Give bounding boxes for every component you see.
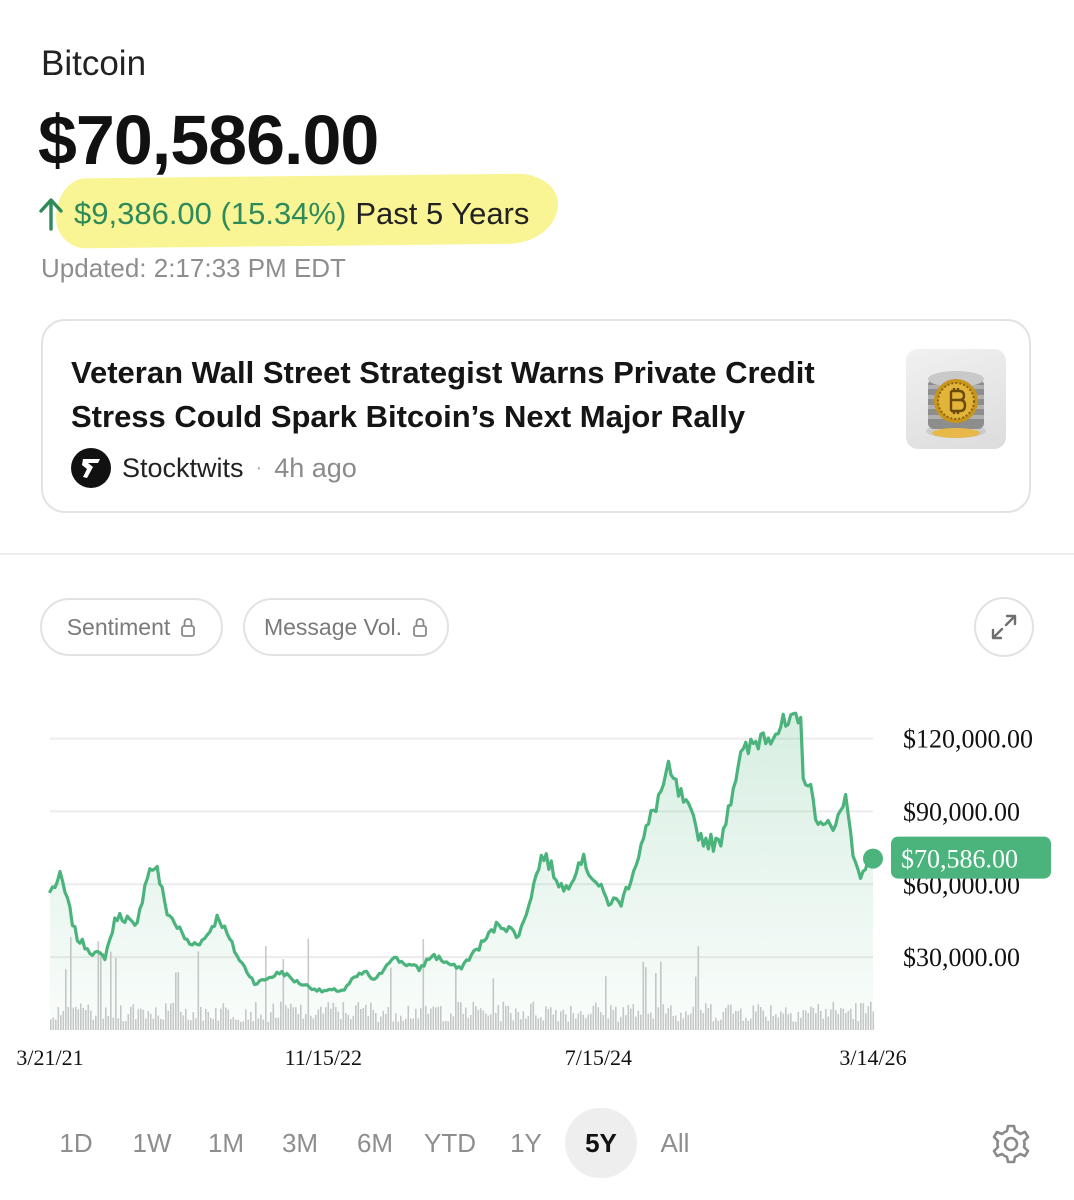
y-tick-label: $90,000.00 [903, 797, 1020, 826]
price-chart[interactable]: $30,000.00$60,000.00$90,000.00$120,000.0… [0, 690, 1074, 1080]
x-axis-labels: 3/21/21 11/15/22 7/15/24 3/14/26 [16, 1045, 906, 1070]
y-tick-label: $120,000.00 [903, 725, 1033, 754]
updated-timestamp: Updated: 2:17:33 PM EDT [41, 253, 346, 283]
sentiment-label: Sentiment [66, 613, 171, 640]
news-card[interactable]: Veteran Wall Street Strategist Warns Pri… [41, 319, 1031, 513]
x-tick-label: 7/15/24 [565, 1045, 632, 1070]
price-change: $9,386.00 (15.34%) [74, 196, 347, 231]
message-volume-label: Message Vol. [263, 613, 403, 640]
gear-icon[interactable] [990, 1123, 1032, 1165]
lock-icon [413, 618, 427, 637]
arrow-up-icon [39, 198, 63, 231]
current-point [863, 848, 883, 869]
news-headline[interactable]: Veteran Wall Street Strategist Warns Pri… [71, 351, 861, 439]
range-tab-5y[interactable]: 5Y [565, 1108, 637, 1178]
lock-icon [181, 618, 196, 637]
separator-dot: · [255, 456, 263, 479]
current-price: $70,586.00 [38, 101, 379, 179]
news-source-row: Stocktwits · 4h ago [71, 448, 357, 488]
range-tab-3m[interactable]: 3M [266, 1108, 334, 1178]
price-area-fill [50, 713, 873, 1030]
range-tab-all[interactable]: All [641, 1108, 709, 1178]
x-tick-label: 11/15/22 [285, 1045, 362, 1070]
change-period: Past 5 Years [355, 196, 530, 231]
range-tab-ytd[interactable]: YTD [416, 1108, 484, 1178]
expand-chart-button[interactable] [974, 597, 1034, 657]
y-tick-label: $30,000.00 [903, 943, 1020, 972]
sentiment-button[interactable]: Sentiment [40, 598, 223, 656]
news-thumbnail[interactable] [906, 349, 1006, 449]
x-tick-label: 3/14/26 [839, 1045, 906, 1070]
current-price-badge-label: $70,586.00 [901, 845, 1018, 874]
current-price-badge: $70,586.00 [891, 836, 1051, 879]
asset-name: Bitcoin [41, 44, 147, 83]
range-tab-1y[interactable]: 1Y [492, 1108, 560, 1178]
news-age: 4h ago [274, 452, 357, 483]
message-volume-button[interactable]: Message Vol. [243, 598, 449, 656]
section-divider [0, 553, 1074, 555]
bitcoin-coins-image [926, 371, 986, 438]
range-tab-1w[interactable]: 1W [118, 1108, 186, 1178]
x-tick-label: 3/21/21 [16, 1045, 83, 1070]
time-range-tabs: 1D 1W 1M 3M 6M YTD 1Y 5Y All [0, 1108, 1074, 1184]
price-change-row: $9,386.00 (15.34%) Past 5 Years [38, 196, 529, 232]
expand-icon [991, 614, 1017, 640]
stocktwits-logo-icon [71, 448, 111, 488]
news-source-name: Stocktwits [122, 452, 244, 483]
range-tab-1d[interactable]: 1D [42, 1108, 110, 1178]
range-tab-1m[interactable]: 1M [192, 1108, 260, 1178]
range-tab-6m[interactable]: 6M [341, 1108, 409, 1178]
